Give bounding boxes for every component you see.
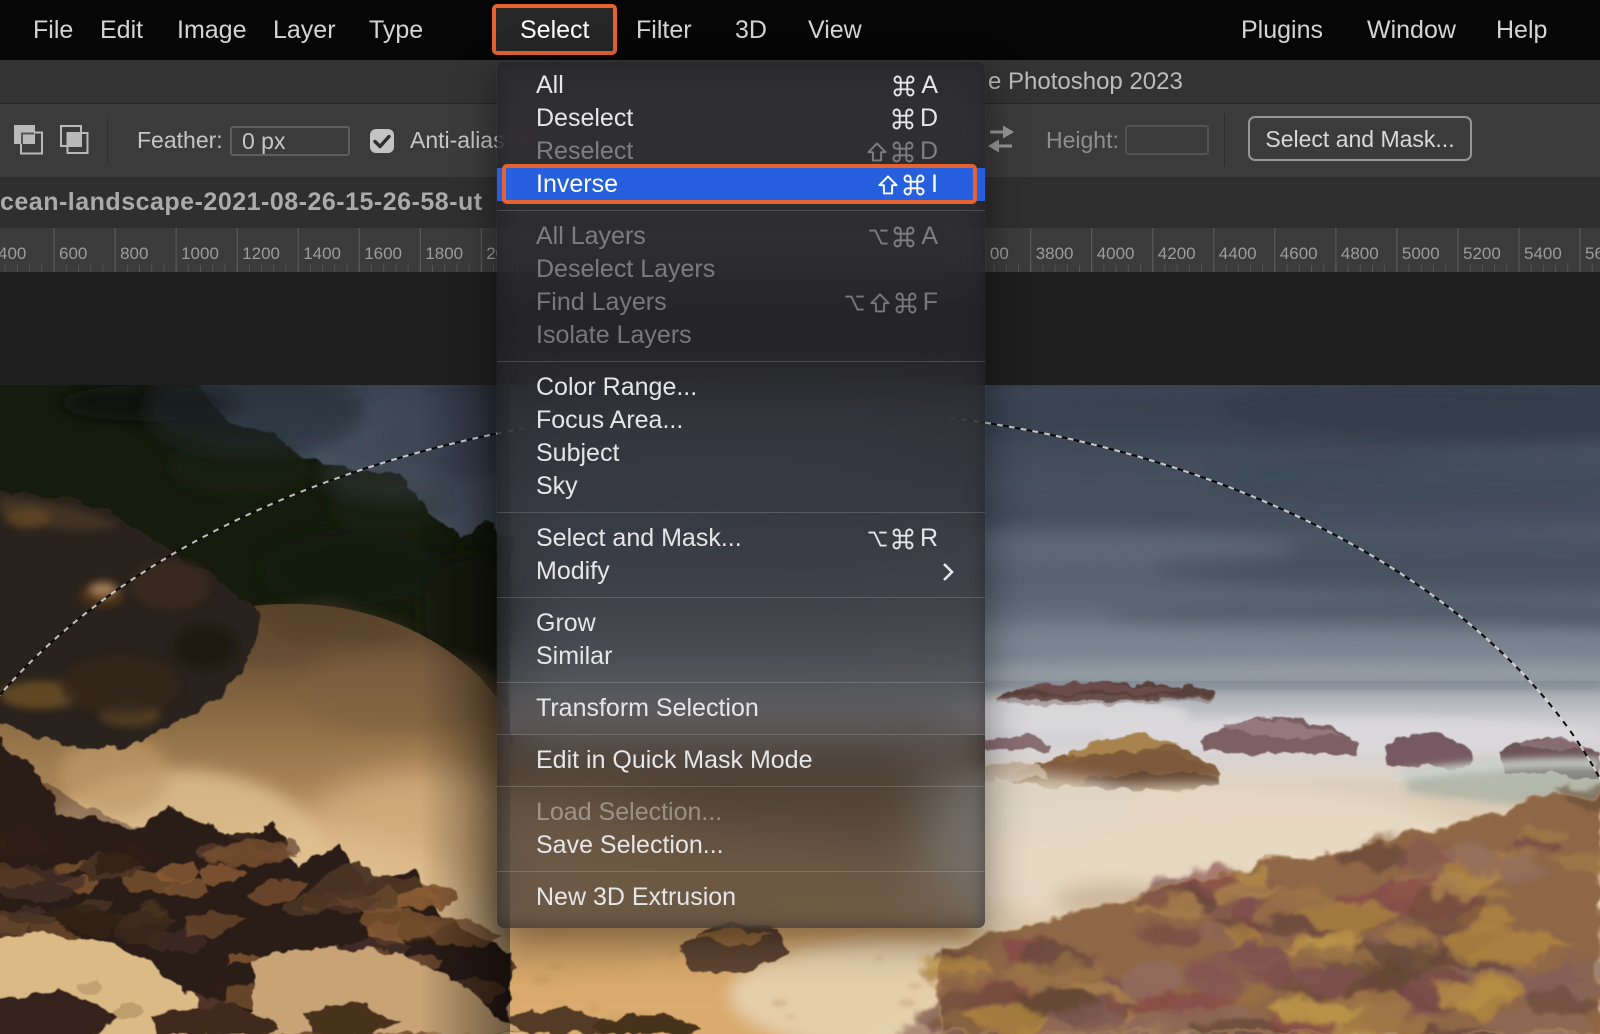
- svg-text:4600: 4600: [1280, 244, 1318, 263]
- svg-text:5600: 5600: [1585, 244, 1600, 263]
- svg-text:5200: 5200: [1463, 244, 1501, 263]
- svg-text:5400: 5400: [1524, 244, 1562, 263]
- svg-text:1200: 1200: [242, 244, 280, 263]
- svg-text:4400: 4400: [1219, 244, 1257, 263]
- svg-text:1800: 1800: [425, 244, 463, 263]
- svg-text:4800: 4800: [1341, 244, 1379, 263]
- svg-text:1400: 1400: [303, 244, 341, 263]
- svg-text:5000: 5000: [1402, 244, 1440, 263]
- svg-text:600: 600: [59, 244, 87, 263]
- svg-text:1600: 1600: [364, 244, 402, 263]
- svg-text:4200: 4200: [1158, 244, 1196, 263]
- svg-text:4000: 4000: [1097, 244, 1135, 263]
- svg-text:400: 400: [0, 244, 26, 263]
- svg-text:800: 800: [120, 244, 148, 263]
- svg-text:3800: 3800: [1036, 244, 1074, 263]
- svg-text:1000: 1000: [181, 244, 219, 263]
